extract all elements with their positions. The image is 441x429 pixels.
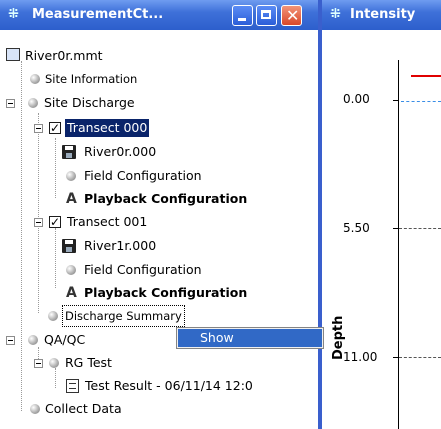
tree-item-label: Playback Configuration: [84, 285, 248, 300]
tree-item-label: River0r.mmt: [25, 48, 103, 63]
left-window-title: MeasurementCt...: [32, 7, 164, 22]
grid-line: [399, 357, 441, 358]
tree-item-label: Field Configuration: [84, 168, 202, 183]
tree-item-label: River0r.000: [84, 144, 157, 159]
app-icon: ⁜: [8, 7, 19, 22]
project-icon: [6, 48, 20, 61]
collapse-icon[interactable]: [34, 124, 43, 133]
playback-icon: A: [66, 285, 77, 301]
node-icon: [28, 335, 38, 345]
node-icon: [49, 358, 59, 368]
tree-item-label: Site Information: [45, 72, 138, 86]
intensity-window: ⁜ Intensity: [322, 0, 441, 429]
tree-item-label: Playback Configuration: [84, 191, 248, 206]
node-icon: [30, 404, 40, 414]
y-tick-label: 11.00: [343, 350, 378, 364]
tree-item-label: Discharge Summary: [62, 305, 185, 327]
node-icon: [66, 265, 76, 275]
y-tick: [393, 228, 398, 229]
show-summary-menu-item[interactable]: Show Summary F12: [178, 329, 322, 363]
context-menu: Show Summary F12: [176, 327, 324, 363]
node-icon: [66, 171, 76, 181]
collapse-icon[interactable]: [34, 359, 43, 368]
collapse-icon[interactable]: [34, 218, 43, 227]
transect-checkbox[interactable]: [49, 212, 61, 232]
tree-item-label: Transect 001: [67, 214, 148, 229]
menu-item-shortcut: F12: [268, 348, 292, 363]
node-icon: [28, 98, 38, 108]
collapse-icon[interactable]: [6, 336, 15, 345]
y-axis-title: Depth: [331, 315, 346, 360]
tree-connector: [55, 228, 56, 288]
save-icon: [62, 239, 76, 253]
y-tick-label: 0.00: [343, 92, 370, 106]
maximize-button[interactable]: [256, 5, 277, 26]
tree-item-label: Collect Data: [45, 401, 122, 416]
tree-item-label: RG Test: [65, 355, 112, 370]
close-icon: ✕: [286, 6, 300, 25]
close-button[interactable]: ✕: [281, 5, 302, 26]
tree-connector: [55, 138, 56, 198]
menu-item-label: Show Summary: [200, 330, 261, 363]
left-title-bar[interactable]: ⁜ MeasurementCt... ✕: [0, 0, 318, 30]
tree-item-label: Field Configuration: [84, 262, 202, 277]
y-tick-label: 5.50: [343, 221, 370, 235]
tree-connector: [21, 61, 22, 411]
minimize-button[interactable]: [232, 5, 253, 26]
transect-checkbox[interactable]: [49, 118, 61, 138]
playback-icon: A: [66, 191, 77, 207]
y-tick: [393, 357, 398, 358]
tree-item-label: QA/QC: [44, 332, 86, 347]
tree-connector: [38, 113, 39, 313]
series-blue-dashed: [401, 101, 441, 102]
collapse-icon[interactable]: [6, 99, 15, 108]
document-icon: [66, 379, 79, 393]
tree-connector: [55, 368, 56, 388]
node-icon: [48, 311, 58, 321]
app-icon: ⁜: [330, 7, 341, 22]
right-title-bar[interactable]: ⁜ Intensity: [322, 0, 441, 30]
grid-line: [399, 228, 441, 229]
tree-item-label: Site Discharge: [44, 95, 135, 110]
save-icon: [62, 145, 76, 159]
right-window-title: Intensity: [350, 7, 416, 22]
tree-item-label: Transect 000: [65, 119, 150, 137]
node-icon: [30, 74, 40, 84]
tree-item-label: River1r.000: [84, 238, 157, 253]
series-red: [411, 75, 441, 77]
tree-item-label: Test Result - 06/11/14 12:0: [85, 378, 253, 393]
y-axis: [398, 60, 399, 429]
y-tick: [393, 100, 398, 101]
